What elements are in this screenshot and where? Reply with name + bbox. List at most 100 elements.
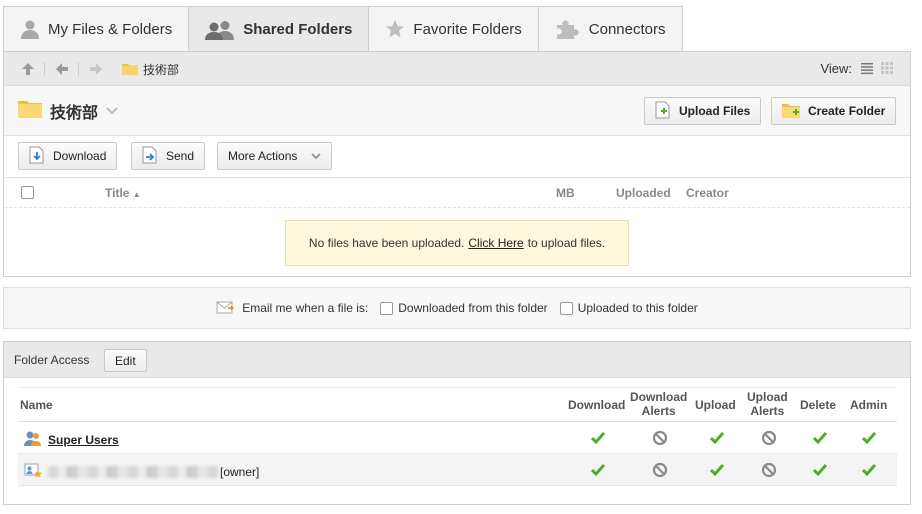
download-perm-check-icon [590,462,606,478]
owner-label: [owner] [220,464,260,479]
back-arrow-icon[interactable] [54,61,70,77]
delete-column-header: Delete [800,398,837,412]
access-row: [owner] [18,454,897,486]
folder-icon [122,62,138,78]
users-icon [205,20,235,40]
select-all-checkbox[interactable] [21,186,34,199]
download-column-header: Download [568,398,626,412]
uploaded-option-label: Uploaded to this folder [577,301,698,315]
folder-access-header: Folder Access Edit [4,342,910,378]
download-alerts-perm-no-icon [652,462,668,478]
email-label: Email me when a file is: [242,301,369,315]
redacted-user-name [48,465,218,478]
upload-files-label: Upload Files [679,104,751,118]
folder-access-title: Folder Access [14,353,90,367]
file-browser-panel: 技術部 View: 技術部 Upload Files Create Folder… [3,51,911,277]
tab-label: Favorite Folders [413,20,522,38]
tab-my-files[interactable]: My Files & Folders [3,6,190,51]
download-alerts-column-header: Download Alerts [630,390,687,418]
chevron-down-icon [106,102,118,120]
download-perm-check-icon [590,430,606,446]
upload-column-header: Upload [695,398,736,412]
upload-alerts-perm-no-icon [761,430,777,446]
download-alerts-line-1: Download [630,390,688,404]
downloaded-checkbox[interactable] [380,301,394,315]
upload-alerts-column-header: Upload Alerts [747,390,788,418]
delete-perm-check-icon [812,462,828,478]
uploaded-checkbox[interactable] [559,301,573,315]
view-label: View: [820,61,852,76]
admin-perm-check-icon [861,430,877,446]
name-column-header: Name [20,398,53,412]
download-label: Download [53,149,107,163]
tab-label: My Files & Folders [48,20,173,38]
access-table: Name Download Download Alerts Upload Uplo… [18,387,897,486]
breadcrumb-label: 技術部 [143,63,180,77]
folder-icon [18,98,42,123]
admin-perm-check-icon [861,462,877,478]
download-button[interactable]: Download [18,142,118,170]
empty-folder-notice: No files have been uploaded. Click Here … [285,220,629,266]
file-table-header: Title ▲ MB Uploaded Creator [4,178,910,208]
up-arrow-icon[interactable] [20,61,36,77]
tab-label: Shared Folders [243,21,353,38]
forward-arrow-icon[interactable] [88,61,104,77]
edit-label: Edit [115,353,136,368]
notice-text-suffix: to upload files. [527,236,606,250]
send-button[interactable]: Send [131,142,206,170]
upload-alerts-line-1: Upload [747,390,788,404]
access-table-header: Name Download Download Alerts Upload Uplo… [18,387,897,422]
email-notification-bar: Email me when a file is: Downloaded from… [3,287,911,329]
user-card-icon [24,462,42,481]
more-actions-label: More Actions [228,149,298,163]
star-icon [385,19,405,39]
divider [44,62,45,76]
creator-column-header[interactable]: Creator [686,186,729,200]
downloaded-option[interactable]: Downloaded from this folder [380,301,548,315]
mb-column-header[interactable]: MB [556,186,575,200]
download-icon [29,146,45,167]
divider [78,62,79,76]
upload-file-icon [655,101,671,122]
user-cell: [owner] [24,462,259,481]
sort-asc-icon: ▲ [132,190,141,199]
breadcrumb[interactable]: 技術部 [122,61,179,78]
tab-connectors[interactable]: Connectors [537,6,683,51]
new-folder-icon [782,102,800,121]
create-folder-label: Create Folder [808,104,886,118]
list-view-icon[interactable] [860,61,874,78]
upload-alerts-perm-no-icon [761,462,777,478]
upload-perm-check-icon [709,430,725,446]
more-actions-dropdown[interactable]: More Actions [217,142,333,170]
access-row: Super Users [18,422,897,454]
action-bar: Download Send More Actions [4,136,910,178]
upload-perm-check-icon [709,462,725,478]
group-icon [24,430,42,449]
notice-text: No files have been uploaded. [308,236,465,250]
admin-column-header: Admin [850,398,888,412]
create-folder-button[interactable]: Create Folder [771,97,897,125]
folder-header: 技術部 Upload Files Create Folder [4,86,910,136]
uploaded-option[interactable]: Uploaded to this folder [559,301,698,315]
delete-perm-check-icon [812,430,828,446]
downloaded-option-label: Downloaded from this folder [398,301,548,315]
tab-shared-folders[interactable]: Shared Folders [188,6,370,52]
tab-favorite-folders[interactable]: Favorite Folders [368,6,539,51]
tab-label: Connectors [588,20,666,38]
nav-bar: 技術部 View: [4,52,910,86]
title-column-label: Title [105,186,130,200]
folder-title-label: 技術部 [50,104,99,122]
send-label: Send [166,149,195,163]
user-icon [20,19,40,39]
upload-alerts-line-2: Alerts [750,404,785,418]
upload-files-button[interactable]: Upload Files [644,97,762,125]
download-alerts-line-2: Alerts [641,404,676,418]
title-column-header[interactable]: Title ▲ [105,186,141,200]
uploaded-column-header[interactable]: Uploaded [616,186,671,200]
grid-view-icon[interactable] [880,61,894,78]
edit-access-button[interactable]: Edit [104,349,147,372]
folder-title[interactable]: 技術部 [18,98,118,123]
super-users-link[interactable]: Super Users [48,433,119,447]
chevron-down-icon [311,149,322,163]
click-here-link[interactable]: Click Here [468,236,523,250]
